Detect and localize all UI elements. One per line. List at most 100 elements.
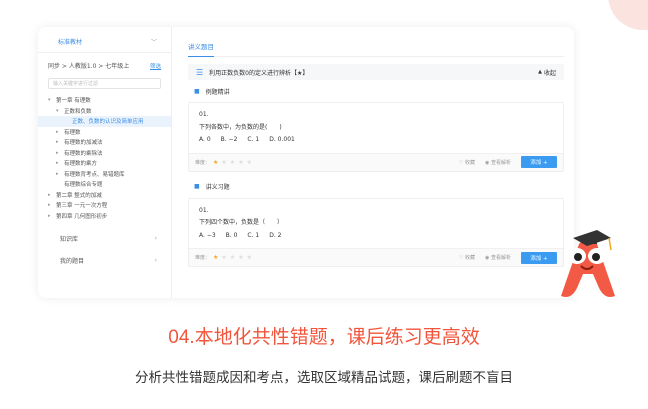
star-icon: ★: [246, 158, 252, 166]
breadcrumb-path: 同步 > 人教版1.0 > 七年级上: [48, 63, 130, 70]
eye-icon: ◉: [485, 255, 490, 261]
sidebar-item-label: 我的题目: [60, 257, 85, 265]
section-header: ■ 讲义习题: [188, 180, 564, 194]
question-number: 01.: [199, 111, 209, 118]
caret-down-icon: ▾: [56, 107, 59, 114]
heart-icon: ♡: [458, 255, 464, 261]
sidebar-item-label: 知识库: [60, 235, 79, 243]
tree-node[interactable]: 正数、负数的认识及简单应用: [38, 116, 171, 127]
tree-node[interactable]: ▸ 第四章 几何图形初步: [38, 211, 171, 222]
menu-icon: ☰: [196, 67, 204, 77]
tree-node[interactable]: ▸ 有理数的加减法: [38, 137, 171, 148]
section-header: ■ 例题精讲: [188, 84, 564, 98]
tree-node[interactable]: ▾ 第一章 有理数: [38, 95, 171, 106]
app-window: 标准教材 ﹀ 同步 > 人教版1.0 > 七年级上 筛选 输入关键字进行过滤 ▾…: [38, 27, 574, 298]
tree-node[interactable]: ▸ 有理数的乘方: [38, 158, 171, 169]
option-b: B. 0: [225, 231, 238, 239]
star-icon: ★: [213, 254, 219, 261]
chevron-right-icon: ›: [154, 234, 157, 242]
subheadline: 分析共性错题成因和考点，选取区域精品试题，课后刷题不盲目: [135, 370, 513, 385]
section-title: 讲义习题: [205, 184, 230, 191]
page: 标准教材 ﹀ 同步 > 人教版1.0 > 七年级上 筛选 输入关键字进行过滤 ▾…: [0, 0, 648, 409]
favorite-button[interactable]: ♡ 收藏: [459, 159, 475, 166]
question-options: A. −3 B. 0 C. 1 D. 2: [199, 230, 553, 243]
lesson-title: 利用正数负数0的定义进行辨析【★】: [209, 69, 309, 77]
tree-node[interactable]: ▸ 有理数: [38, 127, 171, 138]
tree-node[interactable]: 有理数综合专题: [38, 179, 171, 190]
star-icon: ★: [238, 158, 244, 166]
tree-node-label: 有理数背考点、易错题库: [64, 171, 125, 178]
tree-node[interactable]: ▸ 有理数背考点、易错题库: [38, 169, 171, 180]
chevron-down-icon: ﹀: [150, 39, 157, 46]
bookmark-icon: ■: [194, 183, 200, 190]
caret-right-icon: ▸: [56, 149, 59, 156]
chevron-right-icon: ›: [154, 256, 157, 264]
decorative-circle: [608, 0, 648, 30]
difficulty-label: 难度：: [195, 159, 211, 166]
question-number: 01.: [199, 206, 209, 214]
caret-down-icon: ▾: [48, 97, 51, 104]
collapse-button[interactable]: ▲ 收起: [538, 68, 556, 77]
favorite-button[interactable]: ♡ 收藏: [459, 254, 475, 261]
caret-right-icon: ▸: [56, 170, 59, 177]
question-stem: 下列各数中，为负数的是( ): [199, 123, 282, 131]
tree-node-label: 正数和负数: [64, 108, 92, 115]
star-icon: ★: [221, 254, 227, 261]
search-input[interactable]: 输入关键字进行过滤: [48, 78, 161, 89]
tree-node[interactable]: ▸ 第三章 一元一次方程: [38, 200, 171, 211]
sidebar-item-my-questions[interactable]: 我的题目 ›: [38, 249, 171, 271]
star-icon: ★: [213, 158, 219, 166]
star-icon: ★: [246, 254, 252, 261]
view-analysis-button[interactable]: ◉ 查看解析: [485, 254, 511, 261]
option-d: D. 2: [269, 231, 282, 239]
analysis-label: 查看解析: [490, 159, 511, 166]
filter-link[interactable]: 筛选: [150, 62, 161, 70]
tree-node-label: 正数、负数的认识及简单应用: [72, 119, 144, 126]
caret-right-icon: ▸: [48, 191, 51, 198]
favorite-label: 收藏: [465, 255, 476, 261]
difficulty-rating: 难度： ★ ★ ★ ★ ★: [195, 254, 252, 261]
tree-node[interactable]: ▸ 第二章 整式的加减: [38, 190, 171, 201]
lesson-header: ☰ 利用正数负数0的定义进行辨析【★】 ▲ 收起: [188, 64, 564, 80]
view-analysis-button[interactable]: ◉ 查看解析: [485, 159, 511, 166]
option-d: D. 0.001: [269, 136, 295, 143]
add-question-button[interactable]: 添加 +: [521, 156, 557, 168]
tree-node[interactable]: ▾ 正数和负数: [38, 106, 171, 117]
main-panel: 讲义题目 ☰ 利用正数负数0的定义进行辨析【★】 ▲ 收起 ■ 例题精讲 01.…: [172, 27, 574, 298]
star-icon: ★: [229, 158, 236, 166]
sidebar: 标准教材 ﹀ 同步 > 人教版1.0 > 七年级上 筛选 输入关键字进行过滤 ▾…: [38, 27, 172, 298]
option-b: B. −2: [220, 136, 238, 143]
star-icon: ★: [221, 158, 227, 166]
breadcrumb: 同步 > 人教版1.0 > 七年级上 筛选: [38, 53, 171, 74]
tree-node-label: 有理数的加减法: [64, 140, 103, 147]
option-c: C. 1: [247, 136, 260, 143]
sidebar-item-knowledge-base[interactable]: 知识库 ›: [38, 227, 171, 249]
question-card: 01. 下列各数中，为负数的是( ) A. 0 B. −2 C. 1 D. 0.…: [188, 102, 564, 172]
caret-up-icon: ▲: [538, 69, 542, 75]
textbook-selector[interactable]: 标准教材 ﹀: [38, 31, 171, 53]
tab-lecture-questions[interactable]: 讲义题目: [188, 41, 214, 57]
chapter-tree: ▾ 第一章 有理数 ▾ 正数和负数 正数、负数的认识及简单应用 ▸ 有理数 ▸ 有理数的加减法 ▸…: [38, 95, 171, 221]
bookmark-icon: ■: [194, 87, 200, 95]
tree-node-label: 第一章 有理数: [56, 98, 91, 105]
option-c: C. 1: [247, 231, 260, 239]
tree-node-label: 第三章 一元一次方程: [56, 203, 108, 210]
question-footer: 难度： ★ ★ ★ ★ ★ ♡ 收藏 ◉ 查看解析 添加 +: [189, 248, 563, 266]
option-a: A. 0: [199, 136, 211, 143]
tree-node-label: 有理数的乘除法: [64, 150, 103, 157]
star-icon: ★: [238, 254, 244, 261]
question-stem: 下列四个数中，负数是（ ）: [199, 219, 284, 226]
caret-right-icon: ▸: [56, 160, 59, 167]
caret-right-icon: ▸: [56, 128, 59, 135]
tree-node[interactable]: ▸ 有理数的乘除法: [38, 148, 171, 159]
add-question-button[interactable]: 添加 +: [521, 251, 557, 264]
tree-node-label: 第二章 整式的加减: [56, 192, 102, 199]
tree-node-label: 有理数的乘方: [64, 161, 98, 168]
question-options: A. 0 B. −2 C. 1 D. 0.001: [199, 134, 553, 147]
section-title: 例题精讲: [205, 88, 230, 96]
analysis-label: 查看解析: [490, 255, 511, 261]
caret-right-icon: ▸: [48, 202, 51, 209]
favorite-label: 收藏: [465, 159, 476, 166]
tree-node-label: 有理数: [64, 129, 81, 136]
headline: 04.本地化共性错题，课后练习更高效: [168, 327, 480, 348]
